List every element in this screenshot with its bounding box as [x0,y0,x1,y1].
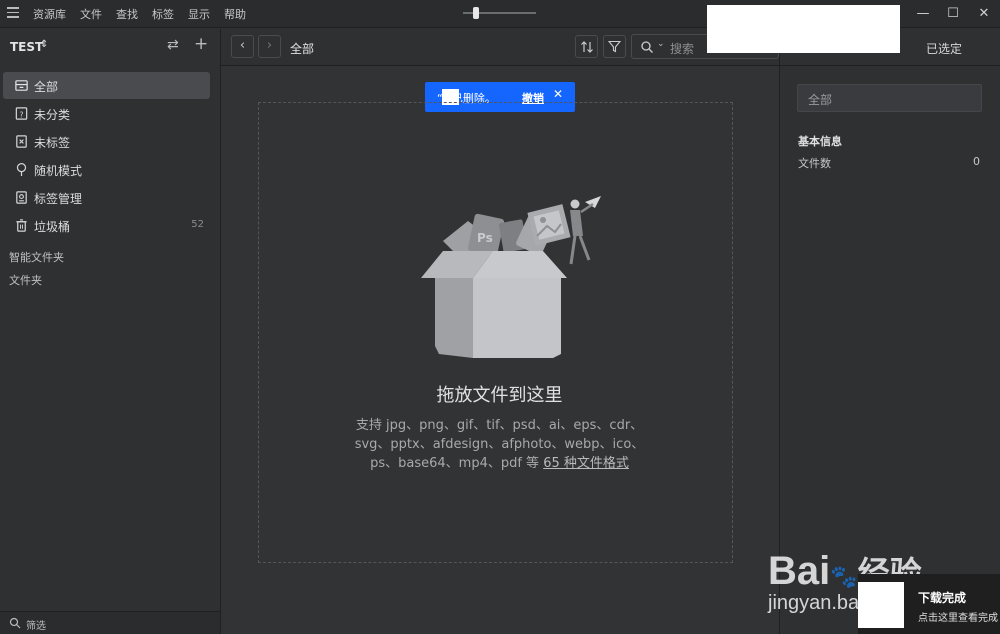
bulb-icon [16,162,27,177]
swap-library-icon[interactable]: ⇄ [167,37,179,53]
smart-folders-section[interactable]: 智能文件夹 [9,249,64,265]
file-count-value: 0 [973,155,980,168]
toast-close-icon[interactable]: ✕ [553,87,563,101]
download-title: 下载完成 [918,591,967,605]
chevron-right-icon: › [266,38,273,53]
minimize-button[interactable]: — [915,6,931,22]
forward-button[interactable]: › [258,35,281,58]
maximize-button[interactable]: ☐ [945,6,961,22]
filter-button[interactable] [603,35,626,58]
sidebar-item-label: 垃圾桶 [34,220,71,234]
sidebar-item-untagged[interactable]: 未标签 [3,128,210,155]
download-thumbnail [858,582,904,628]
hamburger-menu-icon[interactable] [7,7,19,18]
formats-line-3-wrap: ps、base64、mp4、pdf 等 65 种文件格式 [186,452,813,471]
formats-link[interactable]: 65 种文件格式 [543,456,629,471]
formats-line-2: svg、pptx、afdesign、afphoto、webp、ico、 [354,437,645,452]
tag-manage-icon [16,191,27,204]
thumbnail-size-slider-thumb[interactable] [473,7,479,19]
untagged-icon [16,135,27,148]
selected-label: 已选定 [926,42,963,56]
sidebar-item-label: 未分类 [34,108,71,122]
main-toolbar: ‹ › 全部 ⌄ 搜索 [221,29,779,66]
sidebar-item-label: 标签管理 [34,192,83,206]
filter-bar[interactable]: 筛选 [0,611,220,634]
close-window-button[interactable]: ✕ [976,6,992,22]
sidebar-item-random[interactable]: 随机模式 [3,156,210,183]
sidebar-item-label: 未标签 [34,136,71,150]
menu-item-view[interactable]: 显示 [188,6,210,22]
sidebar-item-all[interactable]: 全部 [3,72,210,99]
sidebar-item-label: 全部 [34,80,59,94]
menu-item-library[interactable]: 资源库 [33,6,66,22]
basic-info-heading: 基本信息 [798,135,842,148]
sidebar-item-label: 随机模式 [34,164,83,178]
search-placeholder: 搜索 [670,42,695,56]
menu-item-file[interactable]: 文件 [80,6,102,22]
filter-label: 筛选 [26,621,46,632]
sidebar-item-trash[interactable]: 垃圾桶 52 [3,212,210,239]
empty-box-illustration: Ps [421,196,601,358]
folder-name-value: 全部 [808,93,833,107]
sidebar-item-tag-management[interactable]: 标签管理 [3,184,210,211]
menu-item-tags[interactable]: 标签 [152,6,174,22]
question-file-icon: ? [15,107,28,120]
back-button[interactable]: ‹ [231,35,254,58]
trash-icon [16,219,27,232]
formats-line-1: 支持 jpg、png、gif、tif、psd、ai、eps、cdr、 [355,418,644,433]
drop-title: 拖放文件到这里 [436,385,563,406]
sidebar-item-uncategorized[interactable]: ? 未分类 [3,100,210,127]
menu-item-find[interactable]: 查找 [116,6,138,22]
library-switch-icon[interactable]: ⇕ [40,39,48,50]
chevron-down-icon[interactable]: ⌄ [657,39,665,49]
folder-name-field[interactable]: 全部 [797,84,982,112]
sort-button[interactable] [575,35,598,58]
folders-section[interactable]: 文件夹 [9,272,42,288]
paw-icon: 🐾 [830,564,858,589]
inbox-icon [15,80,28,91]
svg-text:Ps: Ps [477,231,493,245]
file-count-label: 文件数 [798,157,831,170]
menu-items: 资源库 文件 查找 标签 显示 帮助 [33,6,246,22]
chevron-left-icon: ‹ [239,38,246,53]
formats-line-3: ps、base64、mp4、pdf 等 [370,456,540,471]
search-icon [9,617,21,629]
search-icon [641,41,653,53]
funnel-icon [607,40,622,53]
inspector-panel: 已选定 全部 基本信息 文件数 0 [779,29,1000,634]
menu-item-help[interactable]: 帮助 [224,6,246,22]
download-notification[interactable]: 下载完成 点击这里查看完成 [858,574,1000,634]
redacted-region [707,5,900,53]
sort-icon [580,41,593,53]
library-name[interactable]: TEST [10,40,43,54]
trash-count: 52 [191,219,204,230]
breadcrumb: 全部 [290,42,315,56]
svg-text:?: ? [20,110,24,119]
download-subtitle: 点击这里查看完成 [918,613,998,624]
add-icon[interactable]: + [194,34,208,54]
sidebar: TEST ⇕ ⇄ + 全部 ? 未分类 未标签 随机模式 标签管理 垃圾桶 52… [0,29,221,634]
main-content: “ ”已删除。 撤销 ✕ Ps 拖放文件到这里 支持 jpg、png、gif、t… [221,66,779,634]
